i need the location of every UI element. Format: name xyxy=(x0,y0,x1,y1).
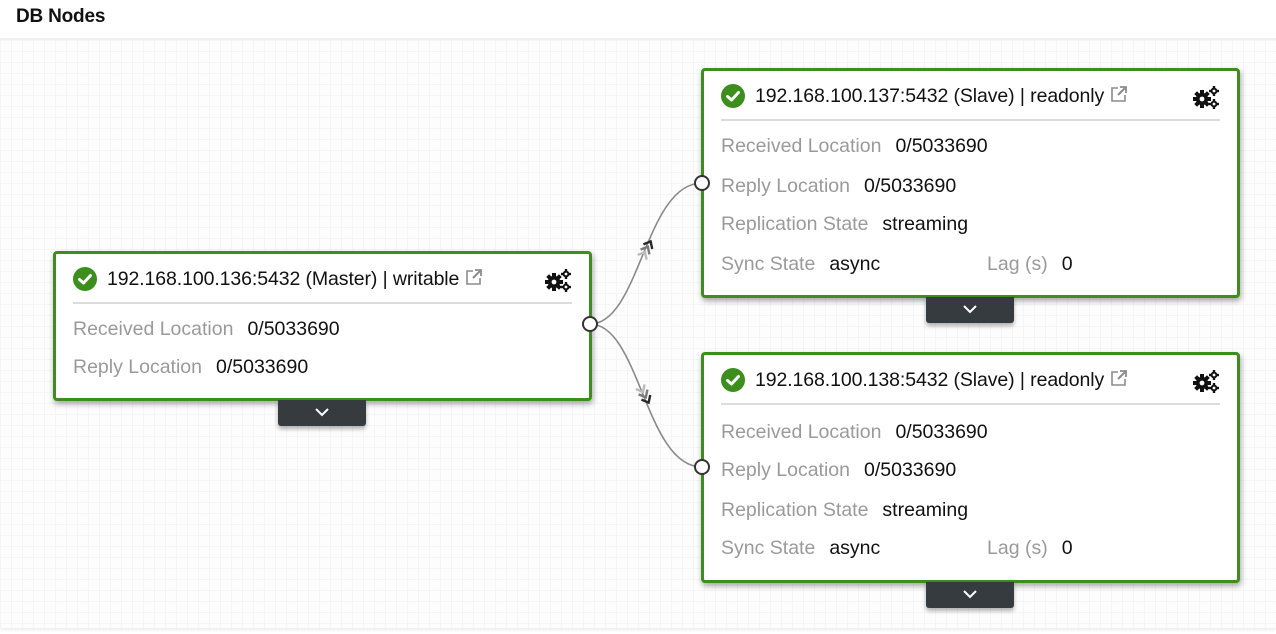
external-link-icon[interactable] xyxy=(1110,369,1128,387)
field-value: 0 xyxy=(1061,537,1073,559)
node-title: 192.168.100.136:5432 (Master) | writable xyxy=(107,268,460,290)
field-label: Received Location xyxy=(73,318,234,340)
chevron-down-icon xyxy=(963,305,977,314)
panel-title: DB Nodes xyxy=(16,6,106,27)
check-circle-icon xyxy=(73,267,97,291)
input-port[interactable] xyxy=(694,175,710,191)
node-title: 192.168.100.138:5432 (Slave) | readonly xyxy=(755,369,1105,391)
field-label: Replication State xyxy=(721,213,869,235)
node-header: 192.168.100.137:5432 (Slave) | readonly xyxy=(721,81,1220,121)
field-value: 0/5033690 xyxy=(864,175,957,197)
node-slave-137[interactable]: 192.168.100.137:5432 (Slave) | readonly xyxy=(701,68,1240,298)
field-label: Received Location xyxy=(721,135,882,157)
field-label: Lag (s) xyxy=(987,537,1048,559)
field-label: Reply Location xyxy=(721,175,850,197)
field-label: Replication State xyxy=(721,499,869,521)
field-label: Received Location xyxy=(721,421,882,443)
field-value: 0/5033690 xyxy=(895,421,988,443)
field-label: Lag (s) xyxy=(987,253,1048,275)
field-received-location: Received Location 0/5033690 xyxy=(73,318,340,341)
expand-toggle-button[interactable] xyxy=(926,297,1014,323)
field-sync-state: Sync State async Lag (s) 0 xyxy=(721,537,1201,560)
field-lag: Lag (s) 0 xyxy=(987,537,1073,560)
check-circle-icon xyxy=(721,368,745,392)
field-received-location: Received Location 0/5033690 xyxy=(721,135,988,158)
node-header: 192.168.100.136:5432 (Master) | writable xyxy=(73,264,572,304)
external-link-icon[interactable] xyxy=(1110,85,1128,103)
field-value: async xyxy=(829,537,881,559)
field-reply-location: Reply Location 0/5033690 xyxy=(721,459,956,482)
node-title: 192.168.100.137:5432 (Slave) | readonly xyxy=(755,85,1105,107)
field-value: 0/5033690 xyxy=(247,318,340,340)
gears-icon[interactable] xyxy=(1193,369,1220,393)
field-reply-location: Reply Location 0/5033690 xyxy=(721,175,956,198)
field-sync-state: Sync State async Lag (s) 0 xyxy=(721,253,1201,276)
field-lag: Lag (s) 0 xyxy=(987,253,1073,276)
field-label: Reply Location xyxy=(721,459,850,481)
field-received-location: Received Location 0/5033690 xyxy=(721,421,988,444)
field-value: 0/5033690 xyxy=(216,356,309,378)
field-value: streaming xyxy=(882,499,969,521)
field-label: Sync State xyxy=(721,253,816,275)
field-value: 0/5033690 xyxy=(864,459,957,481)
chevron-down-icon xyxy=(315,408,329,417)
field-reply-location: Reply Location 0/5033690 xyxy=(73,356,308,379)
field-replication-state: Replication State streaming xyxy=(721,213,968,236)
field-value: 0 xyxy=(1061,253,1073,275)
expand-toggle-button[interactable] xyxy=(926,582,1014,608)
field-value: async xyxy=(829,253,881,275)
gears-icon[interactable] xyxy=(545,268,572,292)
field-label: Sync State xyxy=(721,537,816,559)
field-value: 0/5033690 xyxy=(895,135,988,157)
gears-icon[interactable] xyxy=(1193,85,1220,109)
node-header: 192.168.100.138:5432 (Slave) | readonly xyxy=(721,365,1220,405)
chevron-down-icon xyxy=(963,590,977,599)
node-slave-138[interactable]: 192.168.100.138:5432 (Slave) | readonly xyxy=(701,352,1240,583)
external-link-icon[interactable] xyxy=(465,268,483,286)
output-port[interactable] xyxy=(582,316,598,332)
expand-toggle-button[interactable] xyxy=(278,400,366,426)
panel-header: DB Nodes xyxy=(0,0,1276,40)
node-master[interactable]: 192.168.100.136:5432 (Master) | writable xyxy=(53,251,592,401)
input-port[interactable] xyxy=(694,459,710,475)
field-value: streaming xyxy=(882,213,969,235)
field-label: Reply Location xyxy=(73,356,202,378)
field-replication-state: Replication State streaming xyxy=(721,499,968,522)
check-circle-icon xyxy=(721,84,745,108)
